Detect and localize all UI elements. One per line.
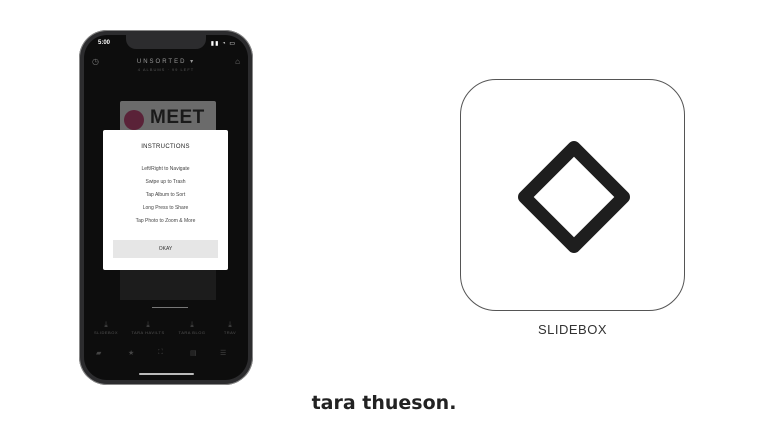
instruction-line: Long Press to Share bbox=[142, 205, 189, 211]
modal-title: INSTRUCTIONS bbox=[141, 144, 190, 150]
album-label: SLIDEBOX bbox=[93, 330, 118, 335]
status-time: 5:00 bbox=[98, 40, 111, 46]
instruction-line: Left/Right to Navigate bbox=[141, 166, 190, 172]
tab-photos[interactable]: ▰ bbox=[96, 349, 101, 357]
download-icon: ⤓ bbox=[104, 320, 108, 329]
album-label: TRAV bbox=[223, 330, 237, 335]
trash-icon[interactable]: ⌂ bbox=[235, 57, 240, 66]
photo-logo bbox=[124, 110, 144, 130]
diamond-icon bbox=[518, 141, 630, 253]
app-name: SLIDEBOX bbox=[537, 322, 608, 337]
album-label: TARA HAVILTS bbox=[131, 330, 165, 335]
album-slidebox[interactable]: ⤓ SLIDEBOX bbox=[88, 320, 124, 335]
okay-button[interactable]: OKAY bbox=[113, 240, 218, 258]
tab-menu[interactable]: ☰ bbox=[220, 349, 226, 357]
app-header: ◷ UNSORTED ▾ 4 ALBUMS · 99 LEFT ⌂ bbox=[92, 57, 240, 72]
download-icon: ⤓ bbox=[190, 320, 194, 329]
tab-bar: ▰ ★ ⛶ ▤ ☰ bbox=[94, 349, 238, 361]
album-subtitle: 4 ALBUMS · 99 LEFT bbox=[137, 67, 195, 72]
album-selector[interactable]: UNSORTED ▾ bbox=[137, 58, 195, 65]
phone-mockup: 5:00 ▮▮ ◔ ▭ ◷ UNSORTED ▾ 4 ALBUMS · 99 L… bbox=[79, 30, 253, 385]
album-trav[interactable]: ⤓ TRAV bbox=[212, 320, 248, 335]
app-icon bbox=[460, 79, 685, 311]
status-bar: 5:00 ▮▮ ◔ ▭ bbox=[98, 40, 236, 50]
instructions-modal: INSTRUCTIONS Left/Right to Navigate Swip… bbox=[103, 130, 228, 270]
tab-albums[interactable]: ▤ bbox=[190, 349, 197, 357]
status-icons: ▮▮ ◔ ▭ bbox=[210, 41, 236, 47]
instruction-line: Tap Photo to Zoom & More bbox=[135, 218, 196, 224]
tab-zoom[interactable]: ⛶ bbox=[158, 349, 163, 357]
download-icon: ⤓ bbox=[146, 320, 150, 329]
photo-text: MEET bbox=[150, 107, 205, 128]
home-indicator bbox=[139, 373, 194, 375]
help-icon[interactable]: ◷ bbox=[92, 57, 99, 66]
album-label: TARA BLOG bbox=[178, 330, 206, 335]
author-credit: tara thueson. bbox=[311, 392, 457, 414]
album-bar: ⤓ SLIDEBOX ⤓ TARA HAVILTS ⤓ TARA BLOG ⤓ … bbox=[84, 320, 248, 342]
download-icon: ⤓ bbox=[228, 320, 232, 329]
album-tara-havilts[interactable]: ⤓ TARA HAVILTS bbox=[130, 320, 166, 335]
phone-screen: 5:00 ▮▮ ◔ ▭ ◷ UNSORTED ▾ 4 ALBUMS · 99 L… bbox=[84, 35, 248, 380]
album-tara-blog[interactable]: ⤓ TARA BLOG bbox=[174, 320, 210, 335]
instruction-line: Swipe up to Trash bbox=[145, 179, 186, 185]
tab-favorites[interactable]: ★ bbox=[128, 349, 134, 357]
photo-indicator bbox=[152, 307, 188, 308]
instruction-line: Tap Album to Sort bbox=[145, 192, 186, 198]
